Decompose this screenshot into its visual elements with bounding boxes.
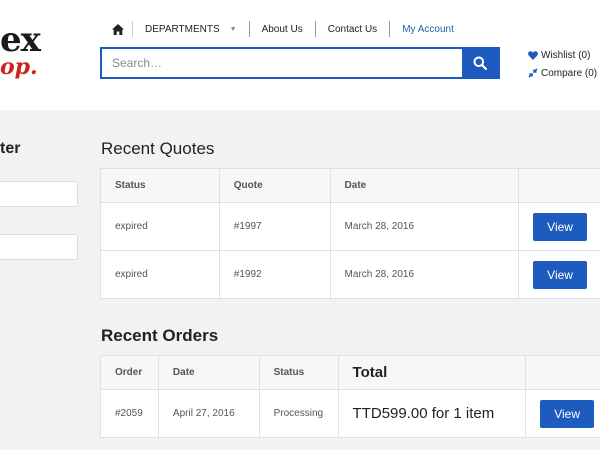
wishlist-label: Wishlist (0) xyxy=(541,49,591,61)
search-input[interactable] xyxy=(102,49,462,77)
quote-action-cell: View xyxy=(518,250,600,299)
table-header-row: Order Date Status Total xyxy=(100,355,600,390)
table-row: expired #1997 March 28, 2016 View xyxy=(100,202,600,251)
column-header: Total xyxy=(337,355,527,390)
top-navigation: DEPARTMENTS ▼ About Us Contact Us My Acc… xyxy=(104,18,466,40)
site-logo[interactable]: ex op. xyxy=(0,14,80,84)
header-side-links: Wishlist (0) Compare (0) xyxy=(528,46,597,82)
view-order-button[interactable]: View xyxy=(540,399,595,428)
view-quote-button[interactable]: View xyxy=(533,260,588,289)
order-action-cell: View xyxy=(525,389,600,438)
search-bar xyxy=(100,47,500,79)
compare-icon xyxy=(528,68,538,78)
table-row: expired #1992 March 28, 2016 View xyxy=(100,250,600,299)
home-icon[interactable] xyxy=(104,23,132,35)
sidebar-field-2[interactable] xyxy=(0,234,78,260)
quote-date: March 28, 2016 xyxy=(329,250,520,299)
nav-my-account[interactable]: My Account xyxy=(389,21,466,37)
column-header: Status xyxy=(258,355,339,390)
order-status: Processing xyxy=(258,389,339,438)
quote-number: #1997 xyxy=(218,202,331,251)
column-header: Quote xyxy=(218,168,331,203)
nav-departments-label: DEPARTMENTS xyxy=(145,23,220,35)
heart-icon xyxy=(528,50,538,60)
quotes-table: Status Quote Date expired #1997 March 28… xyxy=(100,168,600,299)
order-number: #2059 xyxy=(100,389,159,438)
logo-text-bottom: op. xyxy=(0,54,38,80)
view-quote-button[interactable]: View xyxy=(533,212,588,241)
column-header: Date xyxy=(329,168,520,203)
chevron-down-icon: ▼ xyxy=(229,25,237,33)
site-header: ex op. DEPARTMENTS ▼ About Us Contact Us… xyxy=(0,0,600,110)
recent-orders-title: Recent Orders xyxy=(101,326,219,345)
sidebar-title: ter xyxy=(0,140,21,157)
compare-link[interactable]: Compare (0) xyxy=(528,64,597,82)
quote-status: expired xyxy=(100,250,220,299)
order-total: TTD599.00 for 1 item xyxy=(337,389,527,438)
column-header xyxy=(518,168,600,203)
quote-number: #1992 xyxy=(218,250,331,299)
quote-action-cell: View xyxy=(518,202,600,251)
table-row: #2059 April 27, 2016 Processing TTD599.0… xyxy=(100,389,600,438)
orders-table: Order Date Status Total #2059 April 27, … xyxy=(100,355,600,438)
sidebar-field-1[interactable] xyxy=(0,181,78,207)
nav-about-us[interactable]: About Us xyxy=(248,21,315,37)
quote-date: March 28, 2016 xyxy=(329,202,520,251)
table-header-row: Status Quote Date xyxy=(100,168,600,203)
column-header: Status xyxy=(100,168,220,203)
quote-status: expired xyxy=(100,202,220,251)
recent-quotes-title: Recent Quotes xyxy=(101,139,215,158)
column-header xyxy=(525,355,600,390)
wishlist-link[interactable]: Wishlist (0) xyxy=(528,46,597,64)
compare-label: Compare (0) xyxy=(541,67,598,79)
nav-departments[interactable]: DEPARTMENTS ▼ xyxy=(132,21,249,37)
column-header: Date xyxy=(157,355,260,390)
order-date: April 27, 2016 xyxy=(157,389,260,438)
nav-contact-us[interactable]: Contact Us xyxy=(314,21,389,37)
column-header: Order xyxy=(100,355,159,390)
search-button[interactable] xyxy=(462,49,498,77)
search-icon xyxy=(473,56,487,70)
